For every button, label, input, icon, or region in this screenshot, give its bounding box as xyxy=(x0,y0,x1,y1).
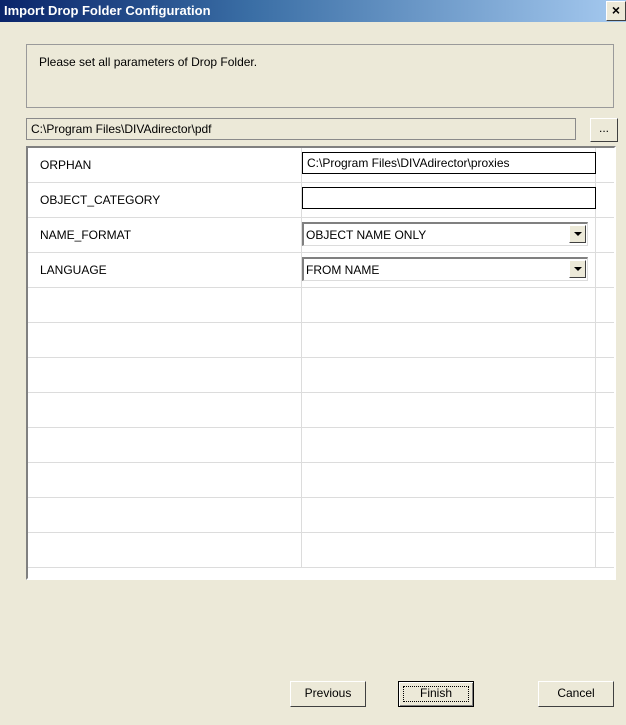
object-category-input[interactable] xyxy=(302,187,596,209)
table-row: OBJECT_CATEGORY xyxy=(28,183,614,218)
param-name-language: LANGUAGE xyxy=(28,253,302,287)
language-select[interactable]: FROM NAME xyxy=(302,257,588,281)
table-row xyxy=(28,498,614,533)
name-format-select[interactable]: OBJECT NAME ONLY xyxy=(302,222,588,246)
param-value-cell: OBJECT NAME ONLY xyxy=(302,218,596,252)
param-name-cell xyxy=(28,358,302,392)
param-name-cell xyxy=(28,323,302,357)
table-row: NAME_FORMAT OBJECT NAME ONLY xyxy=(28,218,614,253)
table-row: LANGUAGE FROM NAME xyxy=(28,253,614,288)
param-value-cell xyxy=(302,323,596,357)
info-message: Please set all parameters of Drop Folder… xyxy=(39,55,258,69)
param-name-cell xyxy=(28,498,302,532)
table-row xyxy=(28,393,614,428)
finish-button[interactable]: Finish xyxy=(398,681,474,707)
drop-folder-path-field[interactable]: C:\Program Files\DIVAdirector\pdf xyxy=(26,118,576,140)
param-name-name-format: NAME_FORMAT xyxy=(28,218,302,252)
parameters-grid: ORPHAN C:\Program Files\DIVAdirector\pro… xyxy=(26,146,616,580)
param-value-cell xyxy=(302,463,596,497)
language-dropdown-button[interactable] xyxy=(569,260,586,278)
focus-rectangle xyxy=(403,686,469,702)
param-value-cell xyxy=(302,288,596,322)
param-value-cell xyxy=(302,358,596,392)
cancel-button[interactable]: Cancel xyxy=(538,681,614,707)
title-bar: Import Drop Folder Configuration × xyxy=(0,0,626,22)
param-value-cell xyxy=(302,393,596,427)
parameters-grid-body: ORPHAN C:\Program Files\DIVAdirector\pro… xyxy=(28,148,614,578)
name-format-dropdown-button[interactable] xyxy=(569,225,586,243)
param-value-cell xyxy=(302,183,596,217)
close-icon: × xyxy=(611,2,621,18)
browse-button[interactable]: ... xyxy=(590,118,618,142)
orphan-input[interactable]: C:\Program Files\DIVAdirector\proxies xyxy=(302,152,596,174)
param-name-orphan: ORPHAN xyxy=(28,148,302,182)
table-row xyxy=(28,288,614,323)
table-row xyxy=(28,428,614,463)
name-format-selected: OBJECT NAME ONLY xyxy=(306,228,427,242)
table-row: ORPHAN C:\Program Files\DIVAdirector\pro… xyxy=(28,148,614,183)
chevron-down-icon xyxy=(574,267,582,271)
param-name-cell xyxy=(28,463,302,497)
param-value-cell: C:\Program Files\DIVAdirector\proxies xyxy=(302,148,596,182)
table-row xyxy=(28,463,614,498)
param-name-cell xyxy=(28,393,302,427)
close-button[interactable]: × xyxy=(606,1,626,21)
window-title: Import Drop Folder Configuration xyxy=(4,3,211,18)
param-value-cell xyxy=(302,533,596,567)
param-name-cell xyxy=(28,533,302,567)
param-value-cell: FROM NAME xyxy=(302,253,596,287)
table-row xyxy=(28,358,614,393)
param-name-cell xyxy=(28,428,302,462)
param-name-object-category: OBJECT_CATEGORY xyxy=(28,183,302,217)
language-selected: FROM NAME xyxy=(306,263,380,277)
previous-button[interactable]: Previous xyxy=(290,681,366,707)
info-panel: Please set all parameters of Drop Folder… xyxy=(26,44,614,108)
param-name-cell xyxy=(28,288,302,322)
param-value-cell xyxy=(302,498,596,532)
param-value-cell xyxy=(302,428,596,462)
chevron-down-icon xyxy=(574,232,582,236)
table-row xyxy=(28,323,614,358)
table-row xyxy=(28,533,614,568)
